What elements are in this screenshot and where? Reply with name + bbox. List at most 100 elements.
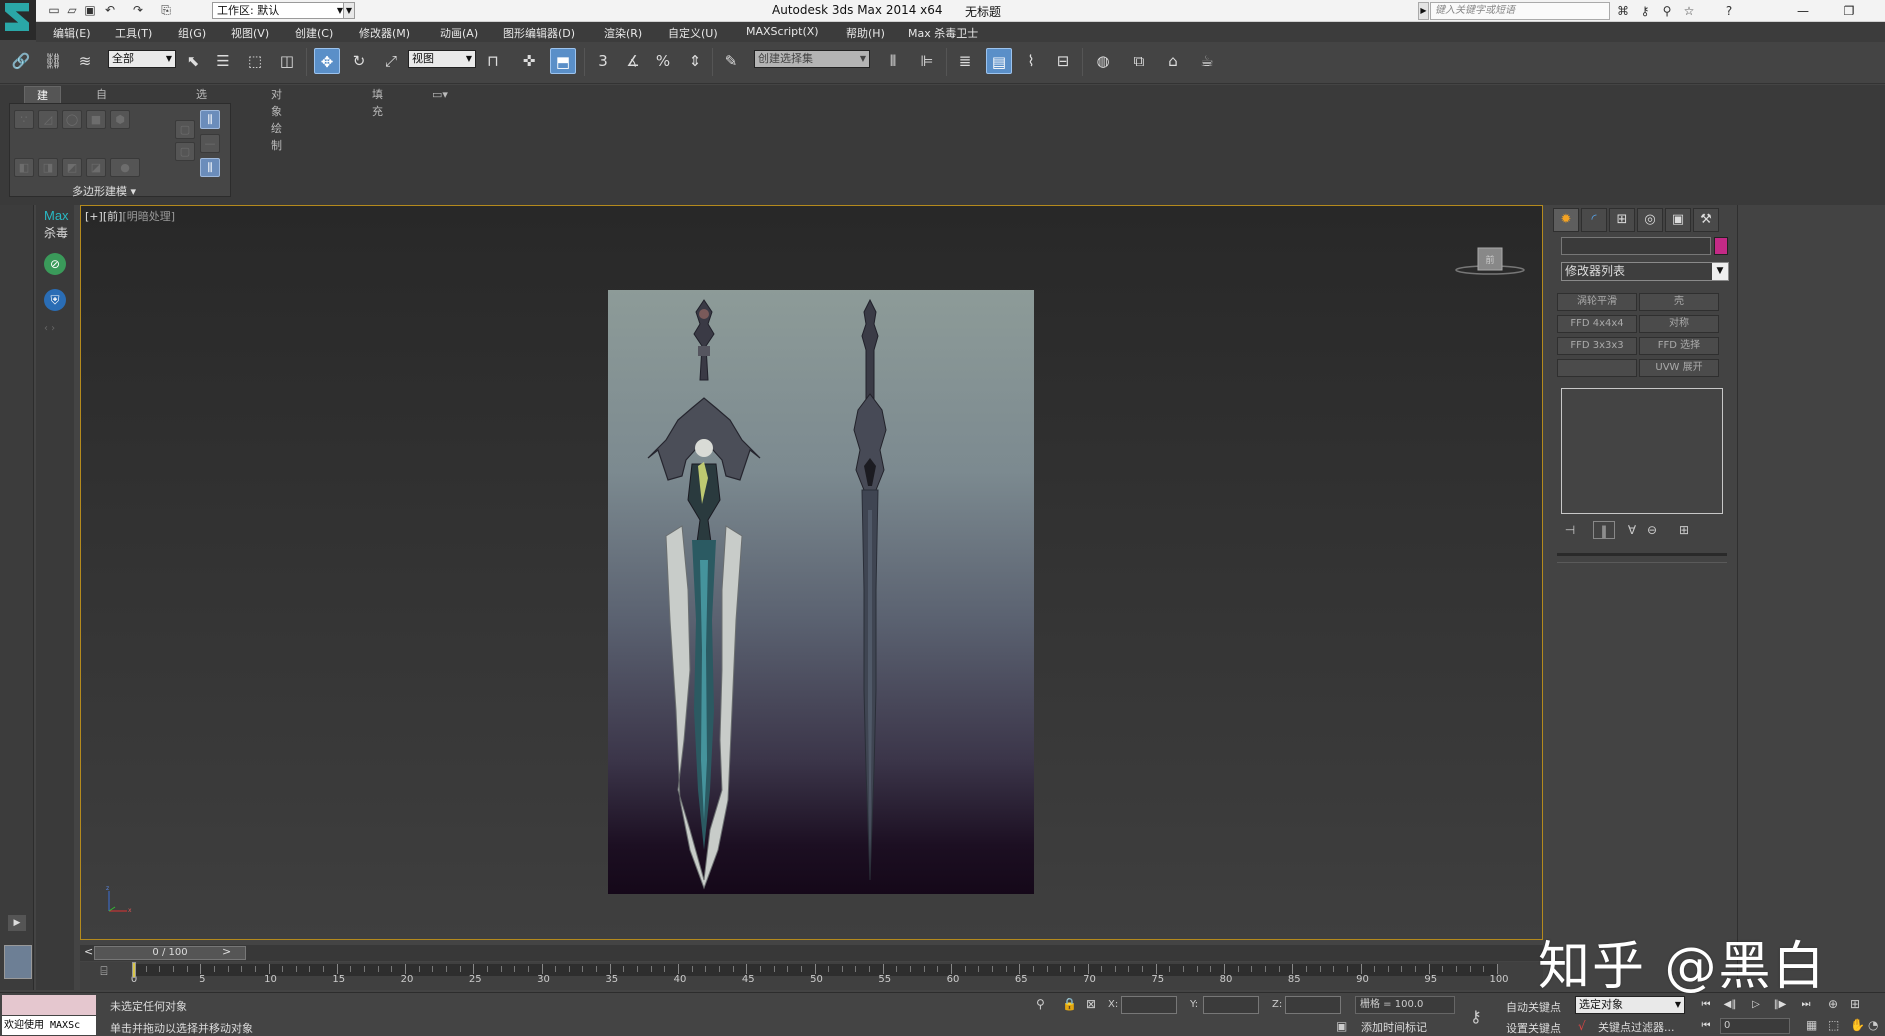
key-filter-curve-icon[interactable]: √	[1578, 1019, 1586, 1033]
viewport-plus-menu[interactable]: [+]	[85, 210, 103, 223]
reference-coordinate-dropdown[interactable]: 视图 ▼	[408, 50, 476, 68]
search-expand-button[interactable]: ▶	[1418, 2, 1429, 20]
zoom-extents-icon[interactable]: ⊕	[1828, 997, 1838, 1011]
menu-views[interactable]: 视图(V)	[231, 25, 269, 41]
viewport-label[interactable]: [+][前][明暗处理]	[85, 208, 175, 224]
subobject-3-icon[interactable]: ◪	[86, 158, 106, 177]
window-crossing-icon[interactable]: ◫	[274, 48, 300, 74]
tab-populate[interactable]: 填充	[360, 86, 395, 118]
panel-toggle-icon[interactable]: ⫼	[200, 110, 220, 129]
pin-stack-icon[interactable]: ⊣	[1559, 521, 1581, 539]
isolate-selection-icon[interactable]: ⚲	[1036, 997, 1045, 1011]
polygon-icon[interactable]: ■	[86, 110, 106, 129]
render-production-icon[interactable]: ☕	[1194, 48, 1220, 74]
previous-frame-icon[interactable]: ◀‖	[1720, 997, 1740, 1013]
modifier-button-turbosmooth[interactable]: 涡轮平滑	[1557, 293, 1637, 311]
time-tag-icon[interactable]: ▣	[1336, 1019, 1347, 1033]
configure-modifier-sets-icon[interactable]: ⊞	[1673, 521, 1695, 539]
panel-toggle-3-icon[interactable]: ⫼	[200, 158, 220, 177]
current-frame-field[interactable]: 0	[1720, 1018, 1790, 1034]
menu-animation[interactable]: 动画(A)	[440, 25, 478, 41]
modify-tab-icon[interactable]: ◜	[1581, 208, 1607, 232]
menu-help[interactable]: 帮助(H)	[846, 25, 885, 41]
menu-create[interactable]: 创建(C)	[295, 25, 333, 41]
panel-tool-icon[interactable]: ▢	[175, 120, 195, 139]
named-selection-sets-dropdown[interactable]: 创建选择集 ▼	[754, 50, 870, 68]
workspace-menu-button[interactable]: ▼	[343, 2, 355, 19]
front-viewport[interactable]: [+][前][明暗处理] 前 z x	[80, 205, 1543, 940]
key-icon[interactable]: ⚷	[1636, 2, 1654, 20]
selection-filter-dropdown[interactable]: 全部 ▼	[108, 50, 176, 68]
zoom-all-icon[interactable]: ⊞	[1850, 997, 1860, 1011]
modifier-button-uvw-unwrap[interactable]: UVW 展开	[1639, 359, 1719, 377]
subobject-4-icon[interactable]: ●	[110, 158, 140, 177]
utilities-tab-icon[interactable]: ⚒	[1693, 208, 1719, 232]
element-icon[interactable]: ⬢	[110, 110, 130, 129]
tab-modeling[interactable]: 建模	[24, 86, 61, 119]
app-logo[interactable]	[0, 0, 36, 40]
track-bar[interactable]: ⌸ 0 5 10 15 20 25 30 35 40 45 50 55 60 65 70 75 80 85 90 95…	[80, 962, 1543, 990]
subobject-2-icon[interactable]: ◩	[62, 158, 82, 177]
remove-modifier-icon[interactable]: ⊖	[1641, 521, 1663, 539]
render-setup-icon[interactable]: ⧉	[1126, 48, 1152, 74]
angle-snap-icon[interactable]: ∡	[620, 48, 646, 74]
ribbon-panel-label[interactable]: 多边形建模 ▾	[72, 183, 136, 199]
select-by-name-icon[interactable]: ☰	[210, 48, 236, 74]
x-coordinate-field[interactable]	[1121, 996, 1177, 1014]
go-to-end-icon[interactable]: ⏭	[1796, 997, 1816, 1013]
play-icon[interactable]: ▷	[1746, 997, 1766, 1013]
menu-tools[interactable]: 工具(T)	[115, 25, 152, 41]
modifier-button-ffd-4x4x4[interactable]: FFD 4x4x4	[1557, 315, 1637, 333]
sword-reference-plane[interactable]	[608, 290, 1034, 894]
menu-maxscript[interactable]: MAXScript(X)	[746, 25, 819, 38]
minimize-button[interactable]: —	[1780, 0, 1826, 22]
vertex-icon[interactable]: ∵	[14, 110, 34, 129]
nav-arrows-icon[interactable]: ‹ ›	[44, 323, 55, 334]
slider-next-icon[interactable]: >	[222, 945, 231, 958]
rendered-frame-window-icon[interactable]: ⌂	[1160, 48, 1186, 74]
select-and-move-icon[interactable]: ✥	[314, 48, 340, 74]
save-icon[interactable]: ▣	[82, 3, 98, 18]
lock-selection-icon[interactable]: 🔒	[1062, 997, 1077, 1011]
key-filters-button[interactable]: 关键点过滤器...	[1598, 1019, 1675, 1035]
shield-icon[interactable]: ⛨	[44, 289, 66, 311]
manipulate-icon[interactable]: ✜	[516, 48, 542, 74]
spinner-snap-icon[interactable]: ⇕	[682, 48, 708, 74]
binoculars-icon[interactable]: ⌘	[1614, 2, 1632, 20]
select-object-icon[interactable]: ⬉	[180, 48, 206, 74]
object-name-field[interactable]	[1561, 237, 1711, 255]
object-color-swatch[interactable]	[1714, 237, 1728, 255]
go-to-start-icon[interactable]: ⏮	[1696, 997, 1716, 1013]
set-key-icon[interactable]: ⚷	[1470, 1007, 1482, 1026]
viewport-shading-menu[interactable]: [明暗处理]	[122, 210, 175, 223]
menu-customize[interactable]: 自定义(U)	[668, 25, 718, 41]
open-file-icon[interactable]: ▱	[64, 3, 80, 18]
material-editor-icon[interactable]: ◍	[1090, 48, 1116, 74]
region-zoom-icon[interactable]: ⬚	[1828, 1018, 1839, 1032]
menu-edit[interactable]: 编辑(E)	[53, 25, 91, 41]
snaps-toggle-icon[interactable]: 3	[590, 48, 616, 74]
modifier-button-ffd-select[interactable]: FFD 选择	[1639, 337, 1719, 355]
set-key-button[interactable]: 设置关键点	[1506, 1020, 1561, 1036]
slider-prev-icon[interactable]: <	[84, 945, 93, 958]
expand-icon[interactable]: ▶	[8, 915, 26, 931]
modifier-button-ffd-3x3x3[interactable]: FFD 3x3x3	[1557, 337, 1637, 355]
ribbon-options-icon[interactable]: ▭▾	[420, 86, 460, 103]
menu-modifiers[interactable]: 修改器(M)	[359, 25, 410, 41]
panel-tool-2-icon[interactable]: ▢	[175, 142, 195, 161]
time-slider[interactable]: < 0 / 100 >	[80, 945, 1543, 961]
subobject-1-icon[interactable]: ◨	[38, 158, 58, 177]
align-icon[interactable]: ⊫	[914, 48, 940, 74]
motion-tab-icon[interactable]: ◎	[1637, 208, 1663, 232]
project-folder-icon[interactable]: ⎘	[158, 3, 174, 18]
link-icon[interactable]: 🔗	[8, 48, 34, 74]
curve-editor-icon[interactable]: ⌇	[1018, 48, 1044, 74]
orbit-icon[interactable]: ◔	[1868, 1018, 1878, 1032]
panel-toggle-2-icon[interactable]: —	[200, 134, 220, 153]
schematic-view-icon[interactable]: ⊟	[1050, 48, 1076, 74]
time-config-icon[interactable]: ▦	[1806, 1018, 1817, 1032]
restore-button[interactable]: ❐	[1826, 0, 1872, 22]
edit-named-selection-icon[interactable]: ✎	[718, 48, 744, 74]
undo-icon[interactable]: ↶	[102, 3, 118, 18]
search-input[interactable]: 键入关键字或短语	[1430, 2, 1610, 20]
